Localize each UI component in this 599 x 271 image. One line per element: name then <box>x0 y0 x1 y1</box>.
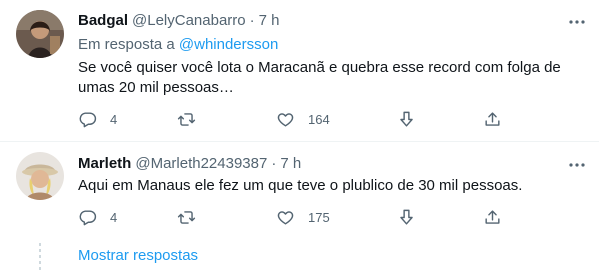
share-icon <box>485 209 500 224</box>
tweet-text: Se você quiser você lota o Maracanã e qu… <box>78 59 561 96</box>
reply-button[interactable]: 4 <box>78 109 117 129</box>
user-handle[interactable]: @LelyCanabarro <box>132 12 246 29</box>
tweet-header: Marleth @Marleth22439387 · 7 h <box>78 155 301 175</box>
downvote-icon <box>400 111 413 127</box>
show-replies-link[interactable]: Mostrar respostas <box>78 247 198 264</box>
retweet-button[interactable] <box>177 207 209 227</box>
timestamp[interactable]: 7 h <box>280 155 301 172</box>
downvote-button[interactable] <box>397 207 416 227</box>
separator: · <box>271 155 277 172</box>
like-button[interactable]: 175 <box>276 207 330 227</box>
display-name[interactable]: Marleth <box>78 155 131 172</box>
reply-button[interactable]: 4 <box>78 207 117 227</box>
share-button[interactable] <box>483 207 502 227</box>
retweet-icon <box>177 210 196 224</box>
user-handle[interactable]: @Marleth22439387 <box>135 155 267 172</box>
reply-icon <box>79 209 97 225</box>
avatar[interactable] <box>16 10 64 58</box>
display-name[interactable]: Badgal <box>78 12 128 29</box>
reply-icon <box>79 111 97 127</box>
tweet[interactable]: Badgal @LelyCanabarro · 7 h Em resposta … <box>0 0 599 142</box>
reply-context: Em resposta a @whindersson <box>78 36 278 53</box>
like-button[interactable]: 164 <box>276 109 330 129</box>
reply-count: 4 <box>110 209 118 225</box>
reply-prefix: Em resposta a <box>78 36 175 53</box>
share-icon <box>485 111 500 126</box>
retweet-icon <box>177 112 196 126</box>
like-icon <box>277 210 294 225</box>
more-icon[interactable] <box>567 12 587 32</box>
timestamp[interactable]: 7 h <box>259 12 280 29</box>
avatar[interactable] <box>16 152 64 200</box>
like-icon <box>277 112 294 127</box>
separator: · <box>249 12 255 29</box>
like-count: 175 <box>308 209 330 225</box>
tweet-header: Badgal @LelyCanabarro · 7 h <box>78 12 280 32</box>
retweet-button[interactable] <box>177 109 209 129</box>
downvote-icon <box>400 209 413 225</box>
like-count: 164 <box>308 111 330 127</box>
reply-mention-link[interactable]: @whindersson <box>179 36 278 53</box>
action-bar: 4 164 <box>78 109 508 129</box>
downvote-button[interactable] <box>397 109 416 129</box>
action-bar: 4 175 <box>78 207 508 227</box>
reply-count: 4 <box>110 111 118 127</box>
thread-connector <box>39 243 41 271</box>
share-button[interactable] <box>483 109 502 129</box>
tweet[interactable]: Marleth @Marleth22439387 · 7 h Aqui em M… <box>0 143 599 271</box>
more-icon[interactable] <box>567 155 587 175</box>
tweet-text: Aqui em Manaus ele fez um que teve o plu… <box>78 177 523 194</box>
